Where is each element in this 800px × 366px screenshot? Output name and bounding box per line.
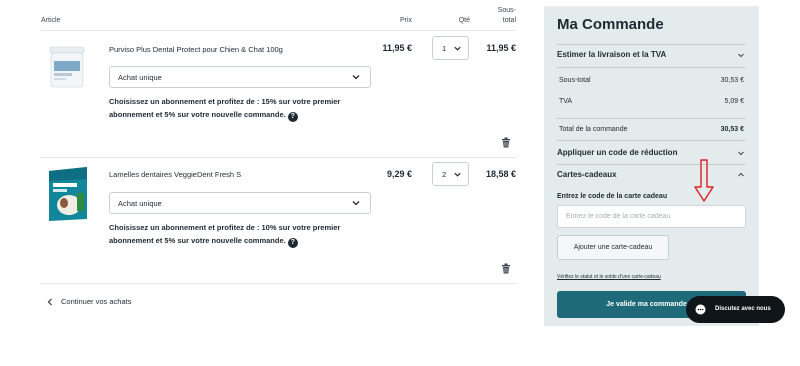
product-image-purviso[interactable] (48, 43, 86, 91)
unit-price: 11,95 € (382, 43, 412, 53)
gift-card-field-label: Entrez le code de la carte cadeau (557, 193, 668, 200)
purchase-option-select[interactable]: Achat unique (109, 66, 371, 88)
check-gift-card-link[interactable]: Vérifiez le statut et le solde d'une car… (557, 274, 661, 280)
chevron-down-icon (454, 46, 461, 51)
continue-shopping-link[interactable]: Continuer vos achats (46, 297, 131, 306)
order-total-label: Total de la commande (559, 126, 628, 133)
trash-icon[interactable] (501, 263, 511, 274)
trash-icon[interactable] (501, 137, 511, 148)
header-divider (41, 30, 516, 31)
purchase-option-value: Achat unique (118, 199, 162, 208)
panel-divider (557, 164, 746, 165)
quantity-value: 2 (442, 170, 447, 179)
promo-text: Choisissez un abonnement et profitez de … (109, 223, 341, 245)
order-total-value: 30,53 € (720, 126, 744, 133)
purchase-option-select[interactable]: Achat unique (109, 192, 371, 214)
purchase-option-value: Achat unique (118, 73, 162, 82)
tax-value: 5,09 € (724, 98, 744, 105)
quantity-select[interactable]: 1 (432, 36, 469, 60)
col-header-price: Prix (399, 17, 412, 24)
unit-price: 9,29 € (386, 169, 412, 179)
row-divider (41, 157, 516, 158)
subscription-promo-text: Choisissez un abonnement et profitez de … (109, 221, 379, 248)
col-header-article: Article (41, 17, 61, 24)
continue-shopping-label: Continuer vos achats (61, 297, 132, 306)
subscription-promo-text: Choisissez un abonnement et profitez de … (109, 95, 379, 122)
gift-card-code-input[interactable]: Entrez le code de la carte cadeau (557, 205, 746, 228)
panel-divider (557, 44, 746, 45)
chevron-down-icon (352, 201, 360, 206)
order-title: Ma Commande (557, 16, 664, 33)
tax-label: TVA (559, 98, 573, 105)
chevron-up-icon[interactable] (737, 171, 745, 179)
add-gift-card-button[interactable]: Ajouter une carte-cadeau (557, 235, 669, 260)
gift-cards-toggle[interactable]: Cartes-cadeaux (557, 170, 617, 179)
product-name[interactable]: Purviso Plus Dental Protect pour Chien &… (109, 45, 283, 54)
col-header-subtotal: Sous-total (497, 7, 516, 24)
product-name[interactable]: Lamelles dentaires VeggieDent Fresh S (109, 170, 241, 179)
discount-code-toggle[interactable]: Appliquer un code de réduction (557, 148, 677, 157)
down-arrow-annotation (694, 159, 714, 202)
chevron-down-icon (454, 172, 461, 177)
quantity-value: 1 (442, 44, 447, 53)
help-icon[interactable]: ? (287, 112, 298, 122)
subtotal-label: Sous-total (559, 77, 591, 84)
panel-divider (557, 67, 746, 68)
chevron-down-icon[interactable] (737, 51, 745, 59)
help-icon[interactable]: ? (287, 238, 298, 248)
row-divider (41, 283, 516, 284)
chevron-left-icon (47, 298, 52, 305)
subtotal-value: 30,53 € (720, 77, 744, 84)
chat-label: Discutez avec nous (715, 306, 771, 312)
line-subtotal: 18,58 € (485, 169, 516, 179)
panel-divider (557, 118, 746, 119)
promo-text: Choisissez un abonnement et profitez de … (109, 97, 341, 119)
gift-card-placeholder: Entrez le code de la carte cadeau (566, 213, 671, 220)
chat-bubble-icon (695, 304, 706, 315)
order-summary-panel: Ma Commande Estimer la livraison et la T… (544, 6, 759, 326)
estimate-shipping-toggle[interactable]: Estimer la livraison et la TVA (557, 50, 666, 59)
chevron-down-icon (352, 75, 360, 80)
panel-divider (557, 140, 746, 141)
chat-widget-button[interactable]: Discutez avec nous (686, 296, 785, 323)
quantity-select[interactable]: 2 (432, 162, 469, 186)
line-subtotal: 11,95 € (486, 43, 516, 53)
chevron-down-icon[interactable] (737, 149, 745, 157)
col-header-qty: Qté (458, 17, 470, 24)
product-image-veggiedent[interactable] (47, 165, 89, 223)
